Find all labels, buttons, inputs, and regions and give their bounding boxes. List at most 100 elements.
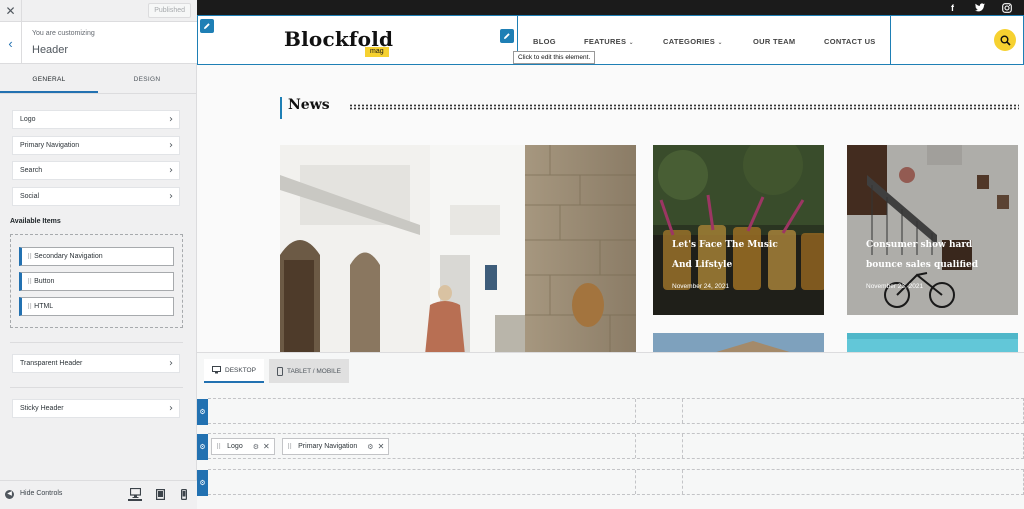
chip-label: Logo: [227, 443, 243, 450]
sidebar-item-label: Primary Navigation: [20, 142, 80, 149]
nav-label: FEATURES: [584, 37, 627, 46]
drag-handle-icon[interactable]: ⠿: [27, 253, 32, 261]
sidebar-tabs: GENERAL DESIGN: [0, 68, 197, 94]
post-card-title-line2[interactable]: And Lifstyle: [672, 256, 732, 275]
nav-categories[interactable]: CATEGORIES ⌄: [663, 37, 723, 46]
post-thumbnail: [653, 333, 824, 352]
row-settings-gear-icon[interactable]: ⚙: [197, 470, 208, 496]
chip-label: Primary Navigation: [298, 443, 358, 450]
post-card[interactable]: Consumer show hard bounce sales qualifie…: [847, 145, 1018, 315]
tab-label: DESKTOP: [225, 366, 256, 374]
close-icon[interactable]: ✕: [0, 0, 22, 22]
site-logo-tag: mag: [365, 47, 389, 57]
builder-row-bottom[interactable]: ⚙: [197, 469, 1024, 496]
available-item-secondary-navigation[interactable]: ⠿ Secondary Navigation: [19, 247, 174, 266]
tab-desktop[interactable]: DESKTOP: [204, 359, 264, 383]
row-settings-gear-icon[interactable]: ⚙: [197, 434, 208, 460]
tablet-device-icon[interactable]: [153, 487, 167, 501]
drag-handle-icon[interactable]: ⠿: [287, 443, 292, 451]
nav-blog[interactable]: BLOG: [533, 37, 556, 46]
sidebar-footer: ◀ Hide Controls: [0, 480, 197, 509]
post-card-title[interactable]: Let's Face The Music: [672, 236, 778, 255]
drag-handle-icon[interactable]: ⠿: [27, 303, 32, 311]
tab-label: TABLET / MOBILE: [287, 367, 341, 375]
drag-handle-icon[interactable]: ⠿: [216, 443, 221, 451]
chevron-right-icon: ›: [169, 191, 173, 202]
nav-contact-us[interactable]: CONTACT US: [824, 37, 876, 46]
nav-our-team[interactable]: OUR TEAM: [753, 37, 795, 46]
customizer-sidebar: ✕ Published ‹ You are customizing Header…: [0, 0, 197, 509]
post-card-title-line2[interactable]: bounce sales qualified: [866, 256, 978, 275]
sidebar-item-label: Sticky Header: [20, 405, 64, 412]
post-card[interactable]: Let's Face The Music And Lifstyle Novemb…: [653, 145, 824, 315]
column-divider: [635, 434, 636, 458]
back-arrow-icon[interactable]: ‹: [0, 22, 22, 64]
mobile-device-icon[interactable]: [177, 487, 191, 501]
post-card-partial[interactable]: [847, 333, 1018, 352]
twitter-icon[interactable]: [974, 2, 985, 13]
nav-label: CATEGORIES: [663, 37, 716, 46]
remove-icon[interactable]: ✕: [263, 442, 270, 451]
sidebar-item-label: Social: [20, 193, 40, 200]
sidebar-item-label: Search: [20, 167, 43, 174]
sidebar-item-sticky-header[interactable]: Sticky Header ›: [12, 399, 180, 418]
sidebar-item-logo[interactable]: Logo ›: [12, 110, 180, 129]
tab-design[interactable]: DESIGN: [98, 68, 196, 93]
available-item-label: Button: [34, 278, 55, 285]
chevron-down-icon: ⌄: [717, 39, 723, 46]
chevron-right-icon: ›: [169, 165, 173, 176]
hide-controls-icon[interactable]: ◀: [5, 490, 14, 499]
facebook-icon[interactable]: f: [947, 2, 958, 13]
sidebar-item-transparent-header[interactable]: Transparent Header ›: [12, 354, 180, 373]
edit-pencil-icon[interactable]: [500, 29, 514, 43]
tab-general[interactable]: GENERAL: [0, 68, 98, 93]
sidebar-topbar: ✕ Published: [0, 0, 197, 22]
instagram-icon[interactable]: [1001, 2, 1012, 13]
available-item-html[interactable]: ⠿ HTML: [19, 297, 174, 316]
featured-post-image[interactable]: [280, 145, 636, 352]
gear-icon[interactable]: ⚙: [367, 443, 373, 451]
available-item-button[interactable]: ⠿ Button: [19, 272, 174, 291]
column-divider: [682, 399, 683, 423]
sidebar-item-primary-navigation[interactable]: Primary Navigation ›: [12, 136, 180, 155]
chevron-right-icon: ›: [169, 403, 173, 414]
drag-handle-icon[interactable]: ⠿: [27, 278, 32, 286]
builder-row-top[interactable]: ⚙: [197, 398, 1024, 425]
column-divider: [635, 399, 636, 423]
published-button[interactable]: Published: [148, 3, 191, 18]
chevron-right-icon: ›: [169, 140, 173, 151]
sidebar-item-search[interactable]: Search ›: [12, 161, 180, 180]
search-button[interactable]: [994, 29, 1016, 51]
available-item-label: HTML: [34, 303, 54, 310]
tab-tablet-mobile[interactable]: TABLET / MOBILE: [269, 359, 349, 383]
remove-icon[interactable]: ✕: [378, 442, 385, 451]
row-settings-gear-icon[interactable]: ⚙: [197, 399, 208, 425]
gear-icon[interactable]: ⚙: [253, 443, 259, 451]
desktop-device-icon[interactable]: [128, 487, 142, 501]
edit-tooltip: Click to edit this element.: [513, 51, 596, 64]
customizing-label: You are customizing: [32, 30, 95, 37]
news-accent-bar: [280, 97, 282, 119]
edit-pencil-icon[interactable]: [200, 19, 214, 33]
post-card-partial[interactable]: [653, 333, 824, 352]
builder-row-main[interactable]: ⚙ ⠿ Logo ⚙ ✕ ⠿ Primary Navigation ⚙ ✕: [197, 433, 1024, 460]
builder-chip-primary-navigation[interactable]: ⠿ Primary Navigation ⚙ ✕: [282, 438, 390, 455]
hide-controls-button[interactable]: Hide Controls: [20, 490, 62, 497]
social-topbar: f: [197, 0, 1024, 15]
builder-chip-logo[interactable]: ⠿ Logo ⚙ ✕: [211, 438, 275, 455]
column-divider: [682, 470, 683, 494]
desktop-icon: [212, 366, 221, 374]
street-photo: [280, 145, 636, 352]
sidebar-item-label: Transparent Header: [20, 360, 83, 367]
column-divider: [635, 470, 636, 494]
post-card-title[interactable]: Consumer show hard: [866, 236, 972, 255]
divider: [10, 387, 183, 388]
sidebar-item-social[interactable]: Social ›: [12, 187, 180, 206]
site-preview: f Blockfold mag BLOG FEATURES ⌄ CATEGORI…: [197, 0, 1024, 352]
section-title: Header: [32, 44, 69, 56]
site-header[interactable]: Blockfold mag BLOG FEATURES ⌄ CATEGORIES…: [197, 15, 1024, 65]
available-items-box: ⠿ Secondary Navigation ⠿ Button ⠿ HTML: [10, 234, 183, 328]
nav-features[interactable]: FEATURES ⌄: [584, 37, 634, 46]
news-section-title: News: [288, 97, 330, 113]
sidebar-item-label: Logo: [20, 116, 36, 123]
